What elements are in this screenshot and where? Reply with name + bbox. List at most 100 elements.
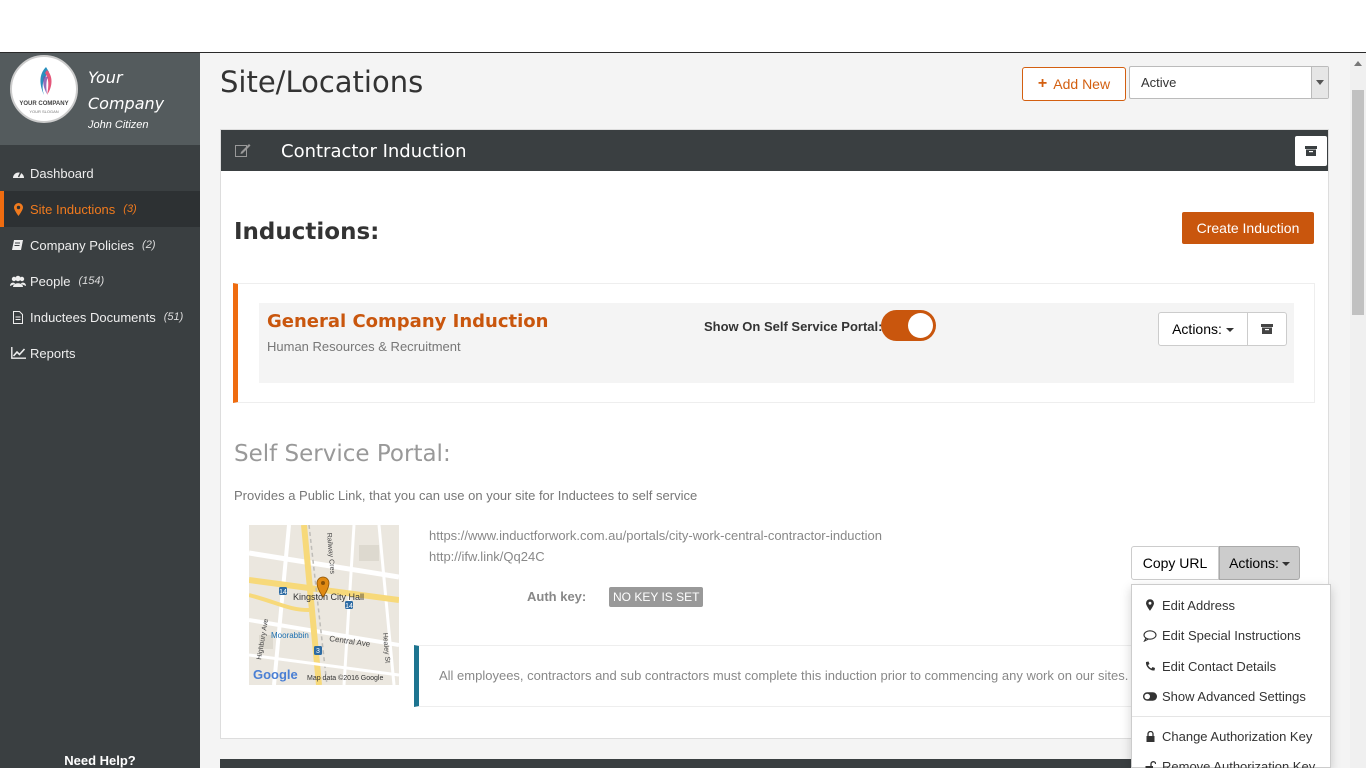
portal-actions-label: Actions: [1229, 555, 1279, 571]
phone-icon [1143, 661, 1157, 672]
status-select[interactable]: Active [1129, 66, 1329, 99]
self-service-heading: Self Service Portal: [234, 441, 451, 467]
menu-item-label: Change Authorization Key [1162, 728, 1313, 744]
google-logo: Google [253, 667, 298, 682]
sidebar-item-count: (154) [78, 275, 105, 287]
sidebar-item-label: Company Policies [30, 237, 135, 253]
company-name-line2: Company [88, 94, 165, 113]
users-icon [10, 275, 26, 287]
sidebar-item-label: People [30, 273, 71, 289]
induction-item: General Company Induction Human Resource… [233, 283, 1315, 403]
need-help-link[interactable]: Need Help? [0, 754, 200, 768]
sidebar-nav: Dashboard Site Inductions (3) Company Po… [0, 155, 200, 371]
logo-swirl-icon [40, 67, 52, 95]
menu-divider [1132, 716, 1330, 717]
portal-url-short[interactable]: http://ifw.link/Qq24C [429, 549, 545, 564]
status-select-value: Active [1141, 75, 1177, 90]
menu-item-remove-authorization-key[interactable]: Remove Authorization Key [1132, 752, 1330, 768]
card-title: Contractor Induction [281, 141, 467, 162]
toggle-icon [1143, 692, 1157, 701]
book-icon [10, 239, 26, 251]
menu-item-edit-address[interactable]: Edit Address [1132, 590, 1330, 621]
edit-icon[interactable] [235, 143, 251, 160]
add-new-button[interactable]: + Add New [1022, 67, 1126, 101]
induction-actions-button[interactable]: Actions: [1158, 312, 1248, 346]
portal-url-long[interactable]: https://www.inductforwork.com.au/portals… [429, 528, 882, 543]
portal-toggle-label: Show On Self Service Portal: [704, 319, 883, 334]
sidebar-item-company-policies[interactable]: Company Policies (2) [0, 227, 200, 263]
map-marker-icon [10, 202, 26, 216]
sidebar-item-label: Site Inductions [30, 201, 116, 217]
sidebar-item-reports[interactable]: Reports [0, 335, 200, 371]
menu-item-show-advanced-settings[interactable]: Show Advanced Settings [1132, 682, 1330, 713]
logo-text: YOUR COMPANY [19, 101, 69, 107]
map-shield-3: 3 [316, 648, 320, 655]
document-icon [10, 310, 26, 324]
archive-induction-button[interactable] [1247, 312, 1287, 346]
company-name: Your Company [88, 65, 188, 117]
menu-item-change-authorization-key[interactable]: Change Authorization Key [1132, 721, 1330, 752]
self-service-description: Provides a Public Link, that you can use… [234, 488, 698, 503]
add-new-label: Add New [1053, 76, 1111, 92]
portal-actions-button[interactable]: Actions: [1219, 546, 1300, 580]
card-header: Contractor Induction [221, 130, 1328, 171]
induction-name-link[interactable]: General Company Induction [267, 311, 548, 332]
special-instructions-text: All employees, contractors and sub contr… [439, 668, 1129, 683]
scrollbar-thumb[interactable] [1352, 90, 1364, 315]
sidebar-item-label: Reports [30, 345, 76, 361]
menu-item-label: Show Advanced Settings [1162, 689, 1306, 705]
menu-item-label: Edit Address [1162, 597, 1235, 613]
archive-icon [1261, 324, 1273, 334]
page-title: Site/Locations [220, 65, 424, 99]
map-shield-14a: 14 [279, 589, 287, 596]
map-graphic: 14 14 3 Kingston City Hall Moorabbin Cen… [249, 525, 399, 685]
menu-item-edit-special-instructions[interactable]: Edit Special Instructions [1132, 621, 1330, 652]
menu-item-label: Edit Special Instructions [1162, 628, 1301, 644]
company-logo[interactable]: YOUR COMPANY YOUR SLOGAN [10, 55, 78, 123]
sidebar-item-label: Inductees Documents [30, 309, 156, 325]
toggle-knob [908, 313, 933, 338]
plus-icon: + [1037, 75, 1048, 92]
sidebar-item-count: (51) [163, 311, 184, 323]
lock-icon [1143, 730, 1157, 742]
sidebar-item-count: (2) [142, 239, 156, 251]
caret-down-icon [1225, 328, 1234, 332]
scroll-up-icon[interactable] [1354, 59, 1362, 68]
auth-key-label: Auth key: [527, 589, 587, 604]
menu-item-edit-contact-details[interactable]: Edit Contact Details [1132, 651, 1330, 682]
map-marker-icon [1143, 599, 1157, 612]
logo-tagline: YOUR SLOGAN [29, 109, 59, 114]
menu-item-label: Remove Authorization Key [1162, 759, 1316, 768]
user-name: John Citizen [88, 119, 149, 131]
archive-location-button[interactable] [1295, 136, 1327, 166]
copy-url-button[interactable]: Copy URL [1131, 546, 1219, 580]
dashboard-icon [10, 168, 26, 179]
archive-icon [1305, 146, 1317, 156]
sidebar-item-label: Dashboard [30, 165, 94, 181]
sidebar-item-dashboard[interactable]: Dashboard [0, 155, 200, 191]
map-label-moorabbin: Moorabbin [271, 631, 309, 640]
self-service-portal-toggle[interactable] [881, 310, 936, 341]
caret-down-icon [1281, 562, 1290, 566]
induction-actions-label: Actions: [1172, 321, 1222, 337]
brand-area: YOUR COMPANY YOUR SLOGAN Your Company Jo… [0, 53, 200, 145]
location-map[interactable]: 14 14 3 Kingston City Hall Moorabbin Cen… [249, 525, 399, 685]
sidebar-item-site-inductions[interactable]: Site Inductions (3) [0, 191, 200, 227]
map-shield-14b: 14 [345, 603, 353, 610]
chevron-down-icon [1311, 67, 1328, 98]
sidebar-item-inductees-documents[interactable]: Inductees Documents (51) [0, 299, 200, 335]
comment-icon [1143, 630, 1157, 642]
portal-actions-menu: Edit Address Edit Special Instructions E… [1131, 584, 1331, 768]
menu-item-label: Edit Contact Details [1162, 658, 1277, 674]
create-induction-button[interactable]: Create Induction [1182, 212, 1314, 244]
sidebar: YOUR COMPANY YOUR SLOGAN Your Company Jo… [0, 53, 200, 768]
induction-panel: General Company Induction Human Resource… [259, 303, 1294, 383]
map-label-city-hall: Kingston City Hall [293, 592, 364, 602]
line-chart-icon [10, 347, 26, 359]
page-scrollbar[interactable] [1350, 53, 1366, 768]
map-attribution: Map data ©2016 Google [307, 674, 383, 682]
auth-key-badge: NO KEY IS SET [609, 587, 704, 607]
induction-department: Human Resources & Recruitment [267, 339, 461, 354]
sidebar-item-people[interactable]: People (154) [0, 263, 200, 299]
unlock-icon [1143, 761, 1157, 768]
